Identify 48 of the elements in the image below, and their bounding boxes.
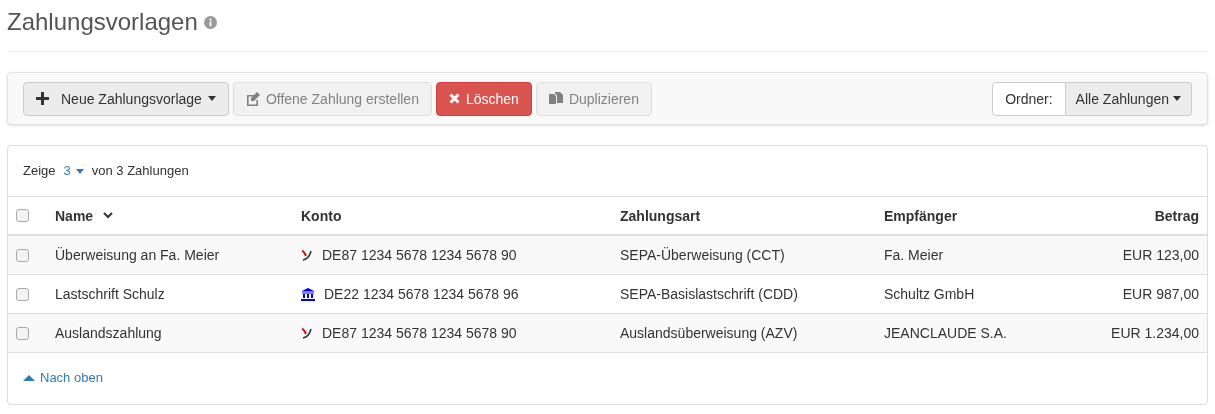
table-cell-text: Schultz GmbH xyxy=(883,285,976,304)
count-label: von 3 Zahlungen xyxy=(91,162,189,181)
checkbox[interactable] xyxy=(16,209,29,222)
close-icon xyxy=(448,93,460,104)
page-size-dropdown[interactable]: 3 xyxy=(63,161,84,181)
caret-icon xyxy=(1173,96,1181,101)
page-title: Zahlungsvorlagen xyxy=(7,7,198,37)
edit-icon xyxy=(245,91,260,106)
table-cell-text: JEANCLAUDE S.A. xyxy=(883,324,1008,343)
sort-icon[interactable] xyxy=(103,212,114,219)
column-header[interactable]: Empfänger xyxy=(884,205,958,226)
table-cell-text: Fa. Meier xyxy=(883,246,945,265)
folder-dropdown[interactable]: Alle Zahlungen xyxy=(1065,81,1192,116)
caret-icon xyxy=(75,168,84,174)
show-label: Zeige xyxy=(23,162,56,181)
column-header[interactable]: Name xyxy=(55,205,94,226)
checkbox[interactable] xyxy=(16,248,29,262)
table-cell-text: EUR 1.234,00 xyxy=(1110,324,1200,343)
table-cell-text: Auslandsüberweisung (AZV) xyxy=(619,324,799,343)
checkbox[interactable] xyxy=(16,326,29,340)
info-icon xyxy=(203,15,217,29)
delete-button[interactable]: Löschen xyxy=(435,81,532,116)
table-cell-text: DE22 1234 5678 1234 5678 96 xyxy=(324,285,519,304)
checkbox[interactable] xyxy=(16,287,29,301)
table-cell-text: Lastschrift Schulz xyxy=(54,285,166,304)
folder-label: Ordner: xyxy=(992,81,1066,116)
plus-icon xyxy=(36,92,49,105)
table-cell-text: DE87 1234 5678 1234 5678 90 xyxy=(322,324,517,343)
bank-icon xyxy=(301,287,315,301)
table-cell-text: Überweisung an Fa. Meier xyxy=(54,246,221,265)
column-header[interactable]: Betrag xyxy=(1154,205,1199,226)
caret-up-icon xyxy=(23,375,35,381)
table-cell-text: SEPA-Basislastschrift (CDD) xyxy=(619,285,799,304)
table-row[interactable]: Auslandszahlung DE87 1234 5678 1234 5678 90 Auslandsüberweisung (AZV) JEANCLAUDE S.A. EUR 1.234,00 xyxy=(8,314,1207,353)
caret-icon xyxy=(207,96,216,101)
table-cell-text: SEPA-Überweisung (CCT) xyxy=(619,246,786,265)
table-cell-text: Auslandszahlung xyxy=(54,324,163,343)
bank-logo-icon xyxy=(301,327,313,339)
bank-logo-icon xyxy=(301,249,313,261)
table-cell-text: EUR 123,00 xyxy=(1121,246,1200,265)
column-header[interactable]: Zahlungsart xyxy=(620,205,701,226)
column-header[interactable]: Konto xyxy=(301,205,342,226)
table-row[interactable]: Überweisung an Fa. Meier DE87 1234 5678 1234 5678 90 SEPA-Überweisung (CCT) Fa. Meier EUR 123,00 xyxy=(8,236,1207,275)
copy-icon xyxy=(548,91,563,106)
new-button[interactable]: Neue Zahlungsvorlage xyxy=(23,81,229,116)
table-cell-text: DE87 1234 5678 1234 5678 90 xyxy=(322,246,517,265)
back-to-top-link[interactable]: Nach oben xyxy=(23,368,103,388)
table-cell-text: EUR 987,00 xyxy=(1121,285,1200,304)
